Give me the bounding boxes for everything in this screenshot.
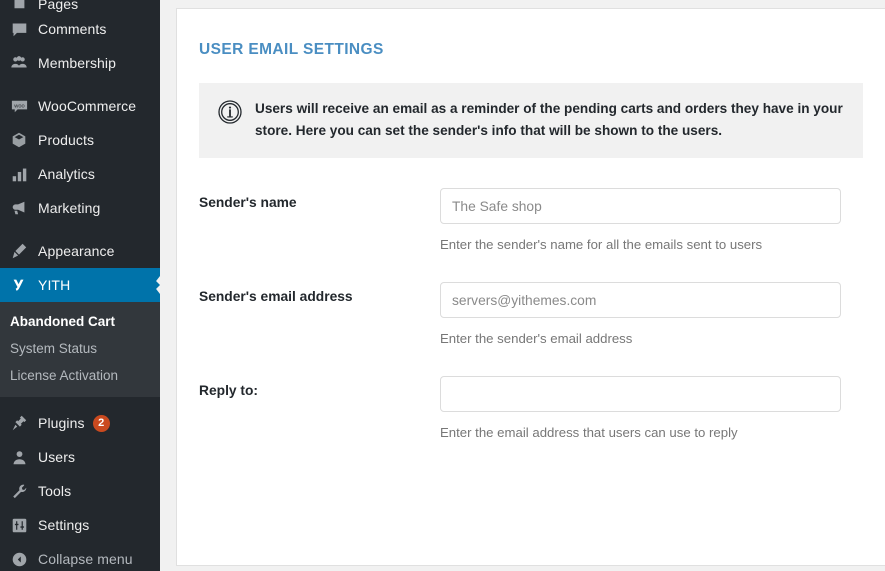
analytics-icon xyxy=(9,164,29,184)
sidebar-item-comments[interactable]: Comments xyxy=(0,12,160,46)
sidebar-item-yith[interactable]: YITH xyxy=(0,268,160,302)
reply-to-label: Reply to: xyxy=(199,383,259,399)
sender-email-field-wrap: Enter the sender's email address xyxy=(440,282,841,346)
sidebar-item-system-status[interactable]: System Status xyxy=(0,335,160,362)
sidebar-item-abandoned-cart[interactable]: Abandoned Cart xyxy=(0,308,160,335)
sidebar-item-label: WooCommerce xyxy=(38,98,137,114)
collapse-icon xyxy=(9,549,29,569)
form-row-sender-email: Sender's email address Enter the sender'… xyxy=(177,282,885,346)
collapse-menu-button[interactable]: Collapse menu xyxy=(0,542,160,571)
sidebar-submenu-yith: Abandoned Cart System Status License Act… xyxy=(0,302,160,397)
woocommerce-icon: woo xyxy=(9,96,29,116)
marketing-icon xyxy=(9,198,29,218)
sender-name-field-wrap: Enter the sender's name for all the emai… xyxy=(440,188,841,252)
sidebar-item-label: Plugins xyxy=(38,415,85,431)
reply-to-input[interactable] xyxy=(440,376,841,413)
sidebar-item-users[interactable]: Users xyxy=(0,440,160,474)
page-title: USER EMAIL SETTINGS xyxy=(199,41,384,58)
wordpress-admin-screen: Pages Comments Membership woo WooCommerc… xyxy=(0,0,885,571)
sidebar-item-products[interactable]: Products xyxy=(0,123,160,157)
comments-icon xyxy=(9,19,29,39)
settings-panel: USER EMAIL SETTINGS Users will receive a… xyxy=(176,8,885,566)
sidebar-item-analytics[interactable]: Analytics xyxy=(0,157,160,191)
sidebar-item-marketing[interactable]: Marketing xyxy=(0,191,160,225)
sidebar-item-appearance[interactable]: Appearance xyxy=(0,234,160,268)
sidebar-item-plugins[interactable]: Plugins 2 xyxy=(0,406,160,440)
admin-sidebar: Pages Comments Membership woo WooCommerc… xyxy=(0,0,160,571)
sidebar-item-pages[interactable]: Pages xyxy=(0,0,160,12)
products-icon xyxy=(9,130,29,150)
pages-icon xyxy=(9,0,29,12)
sidebar-item-settings[interactable]: Settings xyxy=(0,508,160,542)
form-row-sender-name: Sender's name Enter the sender's name fo… xyxy=(177,188,885,252)
sidebar-item-label: Pages xyxy=(38,0,79,12)
sidebar-item-woocommerce[interactable]: woo WooCommerce xyxy=(0,89,160,123)
info-icon xyxy=(217,99,243,125)
sidebar-item-label: Membership xyxy=(38,55,117,71)
sidebar-item-label: Marketing xyxy=(38,200,101,216)
info-notice-text: Users will receive an email as a reminde… xyxy=(255,101,843,139)
sidebar-item-label: Appearance xyxy=(38,243,115,259)
sidebar-item-license-activation[interactable]: License Activation xyxy=(0,362,160,389)
sidebar-separator xyxy=(0,397,160,406)
collapse-menu-label: Collapse menu xyxy=(38,551,133,567)
sidebar-item-membership[interactable]: Membership xyxy=(0,46,160,80)
sidebar-item-label: Comments xyxy=(38,21,107,37)
tools-icon xyxy=(9,481,29,501)
sidebar-item-label: Users xyxy=(38,449,76,465)
sidebar-item-label: YITH xyxy=(38,277,71,293)
sender-email-input[interactable] xyxy=(440,282,841,319)
sender-email-label: Sender's email address xyxy=(199,289,353,305)
settings-icon xyxy=(9,515,29,535)
svg-text:woo: woo xyxy=(13,103,24,109)
sender-email-description: Enter the sender's email address xyxy=(440,331,633,347)
sidebar-separator xyxy=(0,80,160,89)
sidebar-item-tools[interactable]: Tools xyxy=(0,474,160,508)
sender-name-label: Sender's name xyxy=(199,195,297,211)
sidebar-item-label: Settings xyxy=(38,517,90,533)
membership-icon xyxy=(9,53,29,73)
reply-to-field-wrap: Enter the email address that users can u… xyxy=(440,376,841,440)
yith-icon xyxy=(9,275,29,295)
appearance-icon xyxy=(9,241,29,261)
sidebar-item-label: Products xyxy=(38,132,95,148)
plugins-update-badge: 2 xyxy=(92,414,110,432)
current-menu-arrow-icon xyxy=(146,276,160,294)
sidebar-separator xyxy=(0,225,160,234)
reply-to-description: Enter the email address that users can u… xyxy=(440,425,738,441)
sender-name-description: Enter the sender's name for all the emai… xyxy=(440,237,763,253)
sidebar-item-label: Tools xyxy=(38,483,72,499)
info-notice: Users will receive an email as a reminde… xyxy=(199,83,863,159)
plugins-icon xyxy=(9,413,29,433)
form-row-reply-to: Reply to: Enter the email address that u… xyxy=(177,376,885,440)
users-icon xyxy=(9,447,29,467)
sender-name-input[interactable] xyxy=(440,188,841,225)
sidebar-item-label: Analytics xyxy=(38,166,95,182)
